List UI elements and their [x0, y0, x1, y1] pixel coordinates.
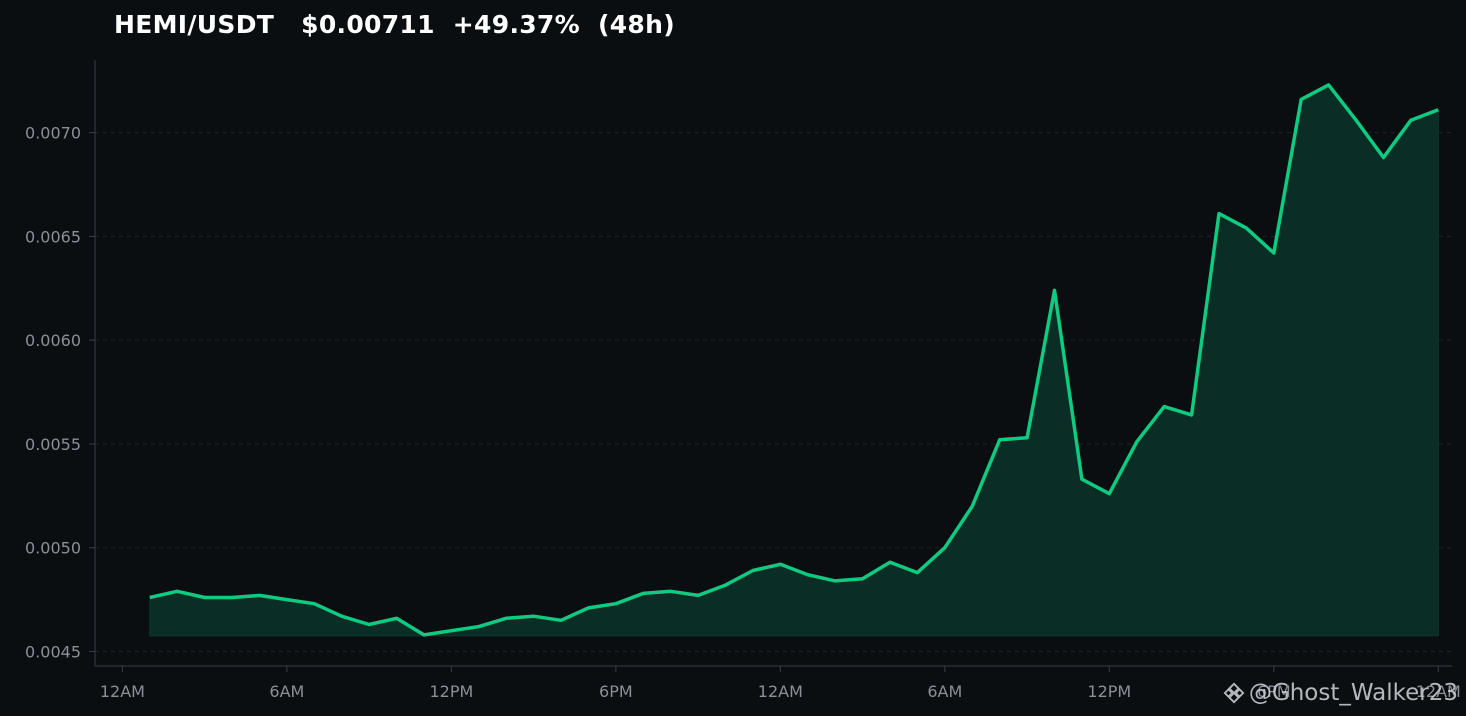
y-tick-label: 0.0060 — [25, 331, 81, 350]
x-tick-label: 12PM — [429, 682, 473, 701]
watermark-text: @Ghost_Walker23 — [1248, 680, 1458, 706]
watermark: @Ghost_Walker23 — [1223, 680, 1458, 706]
x-tick-label: 12AM — [758, 682, 803, 701]
y-tick-label: 0.0045 — [25, 642, 81, 661]
price-area-fill — [149, 84, 1439, 637]
y-tick-label: 0.0065 — [25, 227, 81, 246]
x-tick-label: 12AM — [100, 682, 145, 701]
chart: 0.0045 0.0050 0.0055 0.0060 0.0065 0.0070 12AM… — [25, 60, 1461, 701]
x-tick-label: 6AM — [927, 682, 962, 701]
chart-title: HEMI/USDT $0.00711 +49.37% (48h) — [114, 10, 675, 39]
x-tick-label: 12PM — [1087, 682, 1131, 701]
y-tick-label: 0.0050 — [25, 539, 81, 558]
y-tick-label: 0.0070 — [25, 124, 81, 143]
x-tick-label: 6PM — [599, 682, 633, 701]
y-tick-label: 0.0055 — [25, 435, 81, 454]
x-tick-label: 6AM — [269, 682, 304, 701]
binance-icon — [1223, 682, 1245, 704]
